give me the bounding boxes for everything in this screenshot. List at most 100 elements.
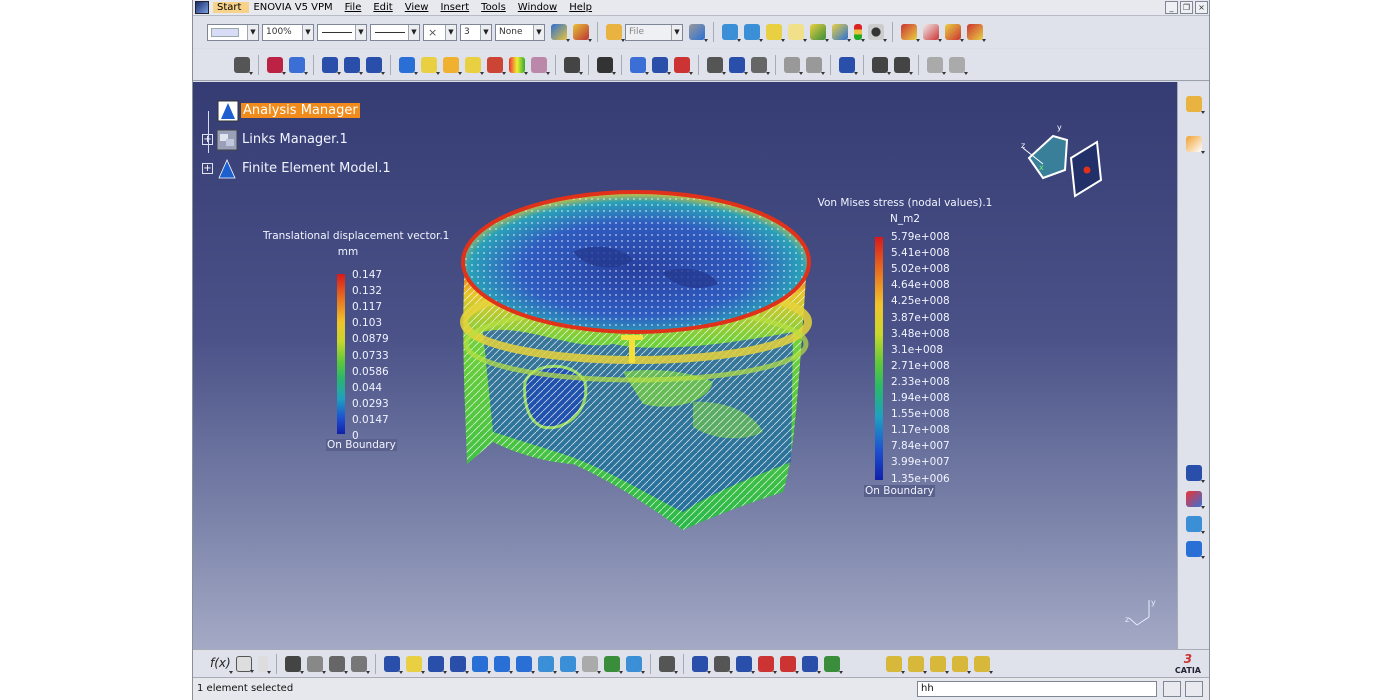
wifi-icon[interactable]	[289, 56, 308, 75]
stress-icon[interactable]	[509, 56, 528, 75]
fly-mode-icon[interactable]	[722, 24, 741, 42]
iso-view-icon[interactable]	[1186, 491, 1205, 509]
formula-icon[interactable]: f(x)	[210, 656, 233, 674]
animate-icon[interactable]	[597, 56, 616, 75]
amplification-icon[interactable]	[652, 56, 671, 75]
zoom-out-icon[interactable]	[494, 655, 513, 674]
multi-view-icon[interactable]	[538, 655, 557, 674]
displacement-icon[interactable]	[531, 56, 550, 75]
plane-yellow-icon-5[interactable]	[974, 655, 993, 674]
assembly-icon[interactable]	[692, 655, 711, 674]
clamp-icon[interactable]	[267, 56, 286, 75]
open-folder-icon[interactable]	[606, 24, 625, 42]
close-icon[interactable]: ×	[1195, 1, 1208, 14]
sensor-icon[interactable]	[784, 56, 803, 75]
menu-file[interactable]: File	[341, 2, 370, 13]
grid-icon[interactable]	[406, 655, 425, 674]
pressure-icon[interactable]	[366, 56, 385, 75]
clash-icon[interactable]	[802, 655, 821, 674]
zoom-combo[interactable]: 100% ▼	[262, 23, 314, 41]
knowledge-icon[interactable]	[236, 655, 254, 673]
settings-icon[interactable]	[1186, 96, 1205, 114]
shading-icon[interactable]	[1186, 516, 1205, 534]
plane-icon[interactable]	[788, 24, 807, 42]
layer-combo[interactable]: 3 ▼	[460, 23, 492, 41]
fit-all-icon[interactable]	[384, 655, 403, 674]
menu-edit[interactable]: Edit	[369, 2, 400, 13]
swap-visible-icon[interactable]	[626, 655, 645, 674]
groups-icon[interactable]	[894, 56, 913, 75]
menu-window[interactable]: Window	[514, 2, 565, 13]
catalog-icon[interactable]	[659, 655, 678, 674]
report-icon[interactable]	[564, 56, 583, 75]
simplify-icon[interactable]	[751, 56, 770, 75]
normal-view-icon[interactable]	[1186, 465, 1205, 483]
dimension-icon[interactable]	[927, 56, 946, 75]
minimize-icon[interactable]: _	[1165, 1, 1178, 14]
command-button-2[interactable]	[1185, 681, 1203, 697]
group-icon[interactable]	[872, 56, 891, 75]
normal-to-icon[interactable]	[516, 655, 535, 674]
restraint-icon[interactable]	[322, 56, 341, 75]
menu-enovia[interactable]: ENOVIA V5 VPM	[249, 2, 340, 13]
catia-app-icon[interactable]	[195, 1, 209, 14]
pan-icon[interactable]	[428, 655, 447, 674]
lamp-icon[interactable]	[714, 655, 733, 674]
lineweight-combo[interactable]: ▼	[370, 23, 420, 41]
extrema-icon[interactable]	[674, 56, 693, 75]
product-icon[interactable]	[689, 24, 708, 42]
rotate-icon[interactable]	[450, 655, 469, 674]
magnifier-icon[interactable]	[839, 56, 858, 75]
wireframe-icon[interactable]	[1186, 541, 1205, 559]
plane-yellow-icon-1[interactable]	[886, 655, 905, 674]
zoom-in-icon[interactable]	[472, 655, 491, 674]
local-mesh-icon[interactable]	[421, 56, 440, 75]
mesh-icon[interactable]	[399, 56, 418, 75]
file-filter-combo[interactable]: File ▼	[625, 23, 683, 41]
sketch-icon[interactable]	[832, 24, 851, 42]
table-icon[interactable]	[285, 655, 304, 674]
menu-view[interactable]: View	[401, 2, 437, 13]
select-arrow-icon[interactable]	[1186, 136, 1205, 154]
menu-help[interactable]: Help	[565, 2, 600, 13]
render-icon[interactable]	[868, 24, 887, 42]
material-icon[interactable]	[736, 655, 755, 674]
annotation-icon[interactable]	[949, 56, 968, 75]
walk-mode-icon[interactable]	[744, 24, 763, 42]
probe-icon[interactable]	[443, 56, 462, 75]
menu-start[interactable]: Start	[213, 2, 250, 13]
distance-icon[interactable]	[923, 24, 942, 42]
cylinder-icon[interactable]	[582, 655, 601, 674]
section-icon[interactable]	[824, 655, 843, 674]
painter-icon[interactable]	[573, 24, 592, 42]
compass-icon[interactable]: z y x	[1019, 118, 1119, 208]
menu-insert[interactable]: Insert	[436, 2, 477, 13]
image-layout-icon[interactable]	[729, 56, 748, 75]
tree-toggle-icon[interactable]	[351, 655, 370, 674]
info-icon[interactable]	[707, 56, 726, 75]
cube-icon[interactable]	[766, 24, 785, 42]
command-input[interactable]: hh	[917, 681, 1157, 697]
iso-view-bottom-icon[interactable]	[560, 655, 579, 674]
inertia-icon[interactable]	[967, 24, 986, 42]
command-button-1[interactable]	[1163, 681, 1181, 697]
sag-icon[interactable]	[465, 56, 484, 75]
traffic-light-icon[interactable]	[854, 24, 865, 42]
paint-brush-icon[interactable]	[551, 24, 570, 42]
menu-tools[interactable]: Tools	[477, 2, 514, 13]
analysis-icon[interactable]	[901, 24, 920, 42]
help-icon[interactable]	[258, 655, 271, 674]
cut-plane-icon[interactable]	[630, 56, 649, 75]
tree-expand-icon[interactable]	[307, 655, 326, 674]
hide-show-icon[interactable]	[604, 655, 623, 674]
measure-red-icon[interactable]	[780, 655, 799, 674]
parts-icon[interactable]	[810, 24, 829, 42]
plane-yellow-icon-2[interactable]	[908, 655, 927, 674]
plane-yellow-icon-3[interactable]	[930, 655, 949, 674]
deformation-icon[interactable]	[487, 56, 506, 75]
adaptivity-icon[interactable]	[806, 56, 825, 75]
color-combo[interactable]: ▼	[207, 23, 259, 41]
plane-yellow-icon-4[interactable]	[952, 655, 971, 674]
measure-icon[interactable]	[945, 24, 964, 42]
render-style-combo[interactable]: None ▼	[495, 23, 545, 41]
